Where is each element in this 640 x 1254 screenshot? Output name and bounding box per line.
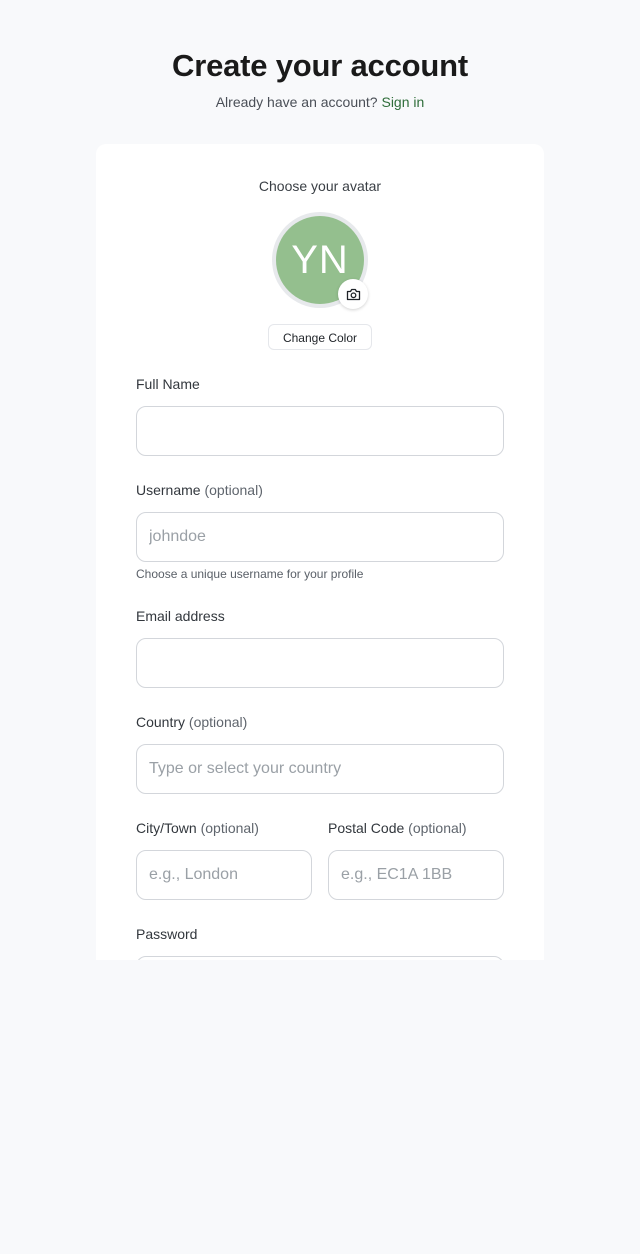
page-title: Create your account [172, 48, 468, 83]
country-optional-tag: (optional) [188, 714, 248, 730]
username-input[interactable] [136, 512, 504, 562]
upload-avatar-button[interactable] [338, 279, 368, 309]
avatar-heading: Choose your avatar [258, 178, 382, 194]
email-label: Email address [136, 606, 225, 626]
signin-link[interactable]: Sign in [381, 94, 424, 110]
signin-prompt-line: Already have an account? Sign in [0, 92, 640, 112]
city-label-text: City/Town [136, 820, 197, 836]
signup-card: Choose your avatar YN Change Color Full … [96, 144, 544, 960]
country-label-text: Country [136, 714, 186, 730]
full-name-label: Full Name [136, 374, 200, 394]
city-optional-tag: (optional) [200, 820, 259, 836]
username-hint: Choose a unique username for your profil… [136, 567, 364, 581]
country-input[interactable] [136, 744, 504, 794]
postal-code-optional-tag: (optional) [408, 820, 467, 836]
username-label-text: Username [136, 482, 201, 498]
postal-code-label-text: Postal Code [328, 820, 405, 836]
camera-icon [346, 288, 360, 300]
username-optional-tag: (optional) [204, 482, 263, 498]
password-label-text: Password [136, 926, 198, 942]
postal-code-input[interactable] [328, 850, 504, 900]
city-input[interactable] [136, 850, 312, 900]
country-label: Country (optional) [136, 712, 247, 732]
password-label: Password [136, 924, 197, 944]
change-color-button[interactable]: Change Color [268, 324, 372, 350]
postal-code-label: Postal Code (optional) [328, 818, 467, 838]
password-input[interactable] [136, 956, 504, 960]
full-name-label-text: Full Name [136, 376, 200, 392]
email-label-text: Email address [136, 608, 225, 624]
full-name-input[interactable] [136, 406, 504, 456]
email-input[interactable] [136, 638, 504, 688]
signin-prompt-text: Already have an account? [215, 94, 378, 110]
city-label: City/Town (optional) [136, 818, 259, 838]
signup-page: Create your account Already have an acco… [0, 0, 640, 1254]
username-label: Username (optional) [136, 480, 263, 500]
